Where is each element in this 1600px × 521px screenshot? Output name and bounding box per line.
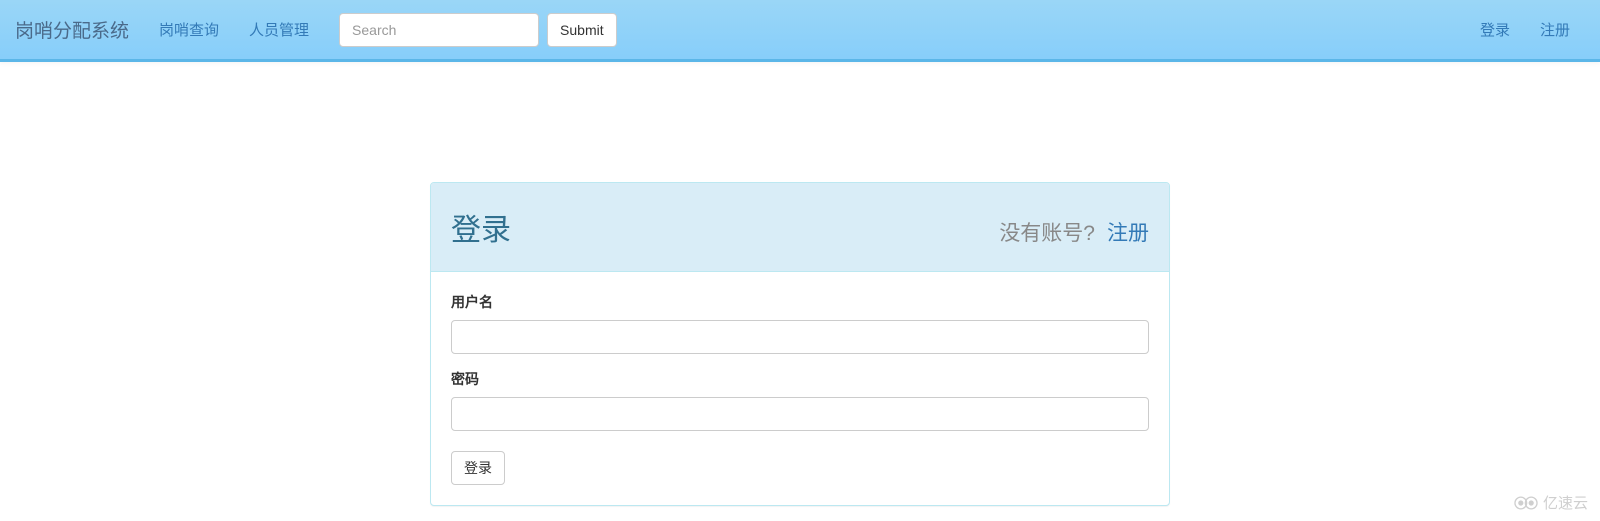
- watermark-icon: [1513, 495, 1539, 511]
- nav-link-login[interactable]: 登录: [1465, 4, 1525, 55]
- nav-left: 岗哨查询 人员管理: [144, 4, 324, 55]
- navbar-search-form: Submit: [324, 13, 632, 47]
- top-navbar: 岗哨分配系统 岗哨查询 人员管理 Submit 登录 注册: [0, 0, 1600, 62]
- password-label: 密码: [451, 369, 1149, 389]
- panel-body: 用户名 密码 登录: [431, 272, 1169, 505]
- panel-heading: 登录 没有账号? 注册: [431, 183, 1169, 272]
- watermark: 亿速云: [1513, 492, 1588, 513]
- password-group: 密码: [451, 369, 1149, 431]
- search-submit-button[interactable]: Submit: [547, 13, 617, 47]
- login-wrapper: 登录 没有账号? 注册 用户名 密码 登录: [230, 182, 1370, 506]
- panel-title: 登录: [451, 205, 511, 249]
- login-panel: 登录 没有账号? 注册 用户名 密码 登录: [430, 182, 1170, 506]
- login-button[interactable]: 登录: [451, 451, 505, 485]
- password-input[interactable]: [451, 397, 1149, 431]
- search-input[interactable]: [339, 13, 539, 47]
- nav-link-register[interactable]: 注册: [1525, 4, 1585, 55]
- nav-link-query[interactable]: 岗哨查询: [144, 4, 234, 55]
- username-label: 用户名: [451, 292, 1149, 312]
- username-input[interactable]: [451, 320, 1149, 354]
- nav-link-personnel[interactable]: 人员管理: [234, 4, 324, 55]
- brand-link[interactable]: 岗哨分配系统: [15, 1, 144, 58]
- register-link[interactable]: 注册: [1107, 217, 1149, 247]
- watermark-text: 亿速云: [1543, 492, 1588, 513]
- nav-right: 登录 注册: [1465, 4, 1585, 55]
- username-group: 用户名: [451, 292, 1149, 354]
- main-container: 登录 没有账号? 注册 用户名 密码 登录: [215, 182, 1385, 506]
- no-account-text: 没有账号?: [999, 217, 1095, 247]
- panel-subtitle: 没有账号? 注册: [999, 217, 1149, 247]
